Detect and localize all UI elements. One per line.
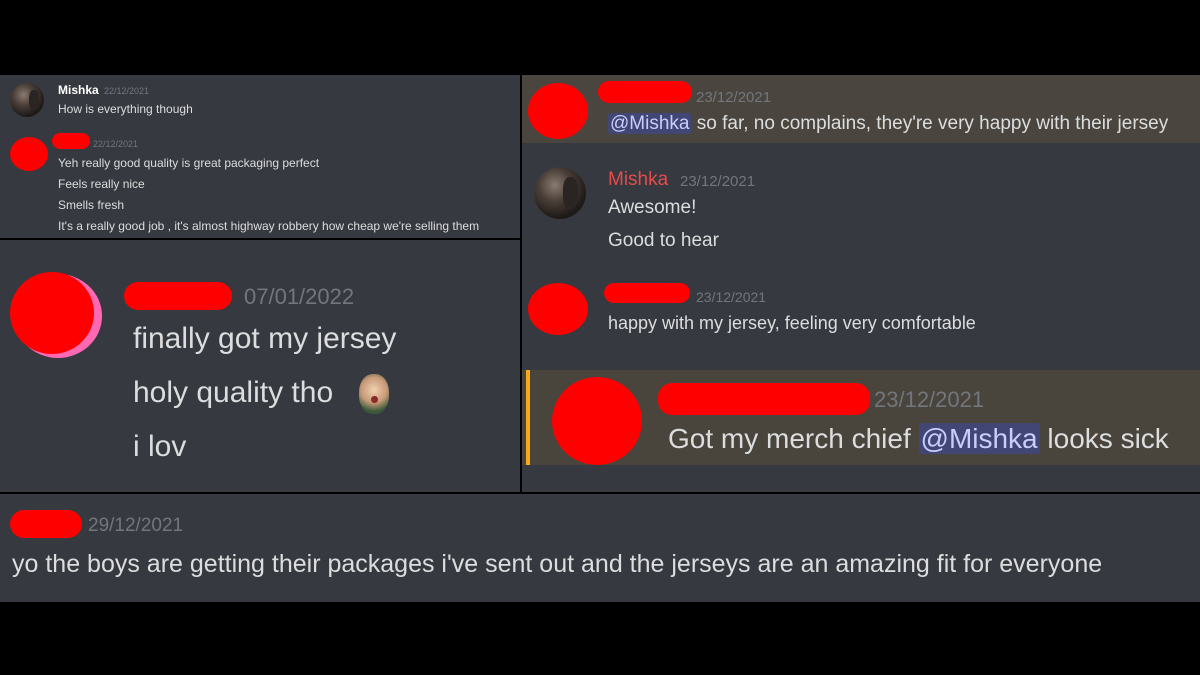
author-name[interactable]: Mishka [608, 169, 668, 191]
top-left-screenshot: Mishka 22/12/2021 How is everything thou… [0, 75, 520, 238]
redacted-avatar [10, 272, 94, 354]
message-timestamp: 07/01/2022 [244, 284, 355, 309]
message-text: holy quality tho [133, 376, 334, 409]
redacted-username [10, 510, 82, 538]
message-text: Awesome! [608, 197, 697, 218]
message-text: Got my merch chief @Mishka looks sick [668, 423, 1169, 455]
message-timestamp: 23/12/2021 [696, 89, 772, 106]
bottom-screenshot: 29/12/2021 yo the boys are getting their… [0, 494, 1200, 602]
user-mention[interactable]: @Mishka [608, 113, 692, 134]
redacted-avatar [552, 377, 642, 465]
message-text: finally got my jersey [133, 322, 397, 355]
author-name[interactable]: Mishka [58, 83, 99, 97]
message-timestamp: 23/12/2021 [874, 387, 985, 412]
message-timestamp: 29/12/2021 [88, 515, 184, 536]
message-timestamp: 23/12/2021 [696, 289, 767, 305]
redacted-username [658, 383, 870, 415]
message-text: Yeh really good quality is great packagi… [58, 156, 320, 170]
message-text: Good to hear [608, 230, 719, 251]
message-text: How is everything though [58, 102, 193, 116]
message-text: yo the boys are getting their packages i… [12, 550, 1103, 578]
message-text: happy with my jersey, feeling very comfo… [608, 313, 976, 333]
redacted-username [598, 81, 692, 103]
mishka-avatar[interactable] [534, 167, 586, 219]
mention-highlight-bar [526, 370, 530, 465]
message-timestamp: 22/12/2021 [93, 139, 139, 149]
redacted-username [604, 283, 690, 303]
redacted-avatar [10, 137, 48, 171]
message-timestamp: 22/12/2021 [104, 86, 150, 96]
message-text-rest: so far, no complains, they're very happy… [691, 113, 1169, 134]
message-timestamp: 23/12/2021 [680, 173, 756, 190]
message-text: i lov [133, 430, 187, 463]
redacted-username [124, 282, 232, 310]
message-text: @Mishka so far, no complains, they're ve… [608, 113, 1168, 135]
message-text: Feels really nice [58, 177, 145, 191]
custom-emoji-icon[interactable] [359, 374, 389, 414]
redacted-avatar [528, 283, 588, 335]
redacted-username [52, 133, 90, 149]
message-text: Smells fresh [58, 198, 125, 212]
redacted-avatar [528, 83, 588, 139]
message-text-end: looks sick [1039, 423, 1169, 454]
mid-left-screenshot: 07/01/2022 finally got my jersey holy qu… [0, 240, 520, 492]
message-text-start: Got my merch chief [668, 423, 919, 454]
message-text: It's a really good job , it's almost hig… [58, 219, 480, 233]
user-mention[interactable]: @Mishka [918, 423, 1040, 454]
right-screenshot: 23/12/2021 @Mishka so far, no complains,… [522, 75, 1200, 492]
mishka-avatar[interactable] [10, 83, 44, 117]
